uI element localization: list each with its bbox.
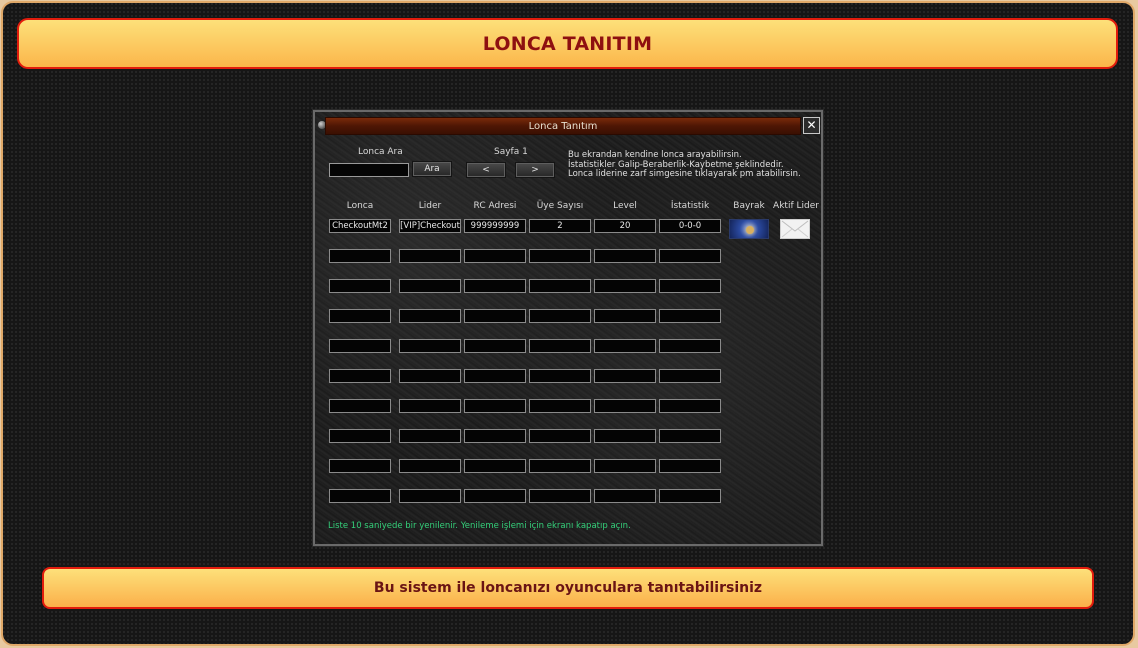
table-cell: [329, 399, 391, 413]
table-cell: [329, 309, 391, 323]
search-label: Lonca Ara: [358, 147, 403, 157]
help-line: Lonca liderine zarf simgesine tıklayarak…: [568, 169, 801, 179]
table-cell: [659, 459, 721, 473]
window-title-bar[interactable]: Lonca Tanıtım: [325, 117, 801, 135]
prev-page-button[interactable]: <: [466, 162, 506, 178]
guild-flag-icon: [729, 219, 769, 239]
help-text: Bu ekrandan kendine lonca arayabilirsin.…: [568, 150, 818, 180]
table-cell: [594, 279, 656, 293]
table-cell: [399, 489, 461, 503]
table-cell: [529, 489, 591, 503]
table-cell: [529, 309, 591, 323]
close-button[interactable]: ✕: [803, 117, 820, 134]
table-cell: [464, 429, 526, 443]
table-cell: [659, 339, 721, 353]
table-cell: [594, 399, 656, 413]
table-cell: [529, 399, 591, 413]
page-label: Sayfa 1: [494, 147, 528, 157]
table-cell: [329, 339, 391, 353]
column-header: Level: [613, 201, 637, 211]
column-header: Üye Sayısı: [536, 201, 584, 211]
table-cell: 999999999: [464, 219, 526, 233]
table-cell: [594, 369, 656, 383]
table-cell: [464, 459, 526, 473]
table-cell: [659, 249, 721, 263]
table-cell: [529, 249, 591, 263]
header-banner: LONCA TANITIM: [17, 18, 1118, 69]
refresh-note: Liste 10 saniyede bir yenilenir. Yenilem…: [328, 521, 631, 531]
table-cell: [594, 459, 656, 473]
table-cell: [529, 459, 591, 473]
column-header: RC Adresi: [473, 201, 517, 211]
column-header: Lider: [418, 201, 442, 211]
table-cell: [529, 339, 591, 353]
table-cell: 20: [594, 219, 656, 233]
table-cell: [399, 369, 461, 383]
column-header: Aktif Lider: [773, 201, 819, 211]
table-cell: [399, 429, 461, 443]
search-button[interactable]: Ara: [412, 161, 452, 177]
table-cell: [329, 429, 391, 443]
table-cell: [464, 369, 526, 383]
window-title: Lonca Tanıtım: [528, 121, 598, 132]
table-cell: [594, 249, 656, 263]
table-cell: [464, 489, 526, 503]
table-cell: [464, 309, 526, 323]
table-cell: [594, 429, 656, 443]
page-title: LONCA TANITIM: [482, 32, 653, 55]
table-cell: [594, 309, 656, 323]
table-cell: [399, 459, 461, 473]
column-header: Lonca: [346, 201, 374, 211]
table-cell: [464, 399, 526, 413]
footer-text: Bu sistem ile loncanızı oyunculara tanıt…: [373, 580, 763, 596]
envelope-icon[interactable]: [780, 219, 810, 239]
footer-banner: Bu sistem ile loncanızı oyunculara tanıt…: [42, 567, 1094, 609]
table-cell: [399, 399, 461, 413]
table-cell: [659, 399, 721, 413]
table-cell: [399, 339, 461, 353]
table-cell: [529, 369, 591, 383]
table-cell: [329, 489, 391, 503]
table-cell: [659, 489, 721, 503]
table-cell: [329, 459, 391, 473]
table-cell: [594, 339, 656, 353]
guild-window: Lonca Tanıtım ✕ Lonca Ara Ara Sayfa 1 < …: [312, 109, 824, 547]
guild-search-input[interactable]: [329, 163, 409, 177]
column-header: Bayrak: [733, 201, 765, 211]
table-cell: 2: [529, 219, 591, 233]
column-header: İstatistik: [670, 201, 710, 211]
close-icon: ✕: [806, 118, 817, 132]
table-cell: 0-0-0: [659, 219, 721, 233]
table-cell: [329, 249, 391, 263]
table-cell: [659, 279, 721, 293]
table-cell: [464, 249, 526, 263]
table-cell: [659, 309, 721, 323]
next-page-button[interactable]: >: [515, 162, 555, 178]
table-cell: [659, 429, 721, 443]
table-cell: [464, 279, 526, 293]
table-cell: [399, 279, 461, 293]
table-cell: CheckoutMt2: [329, 219, 391, 233]
table-cell: [329, 279, 391, 293]
table-cell: [594, 489, 656, 503]
table-cell: [399, 309, 461, 323]
table-cell: [VIP]Checkout: [399, 219, 461, 233]
table-cell: [529, 429, 591, 443]
table-cell: [464, 339, 526, 353]
table-cell: [659, 369, 721, 383]
table-cell: [329, 369, 391, 383]
table-cell: [399, 249, 461, 263]
table-cell: [529, 279, 591, 293]
